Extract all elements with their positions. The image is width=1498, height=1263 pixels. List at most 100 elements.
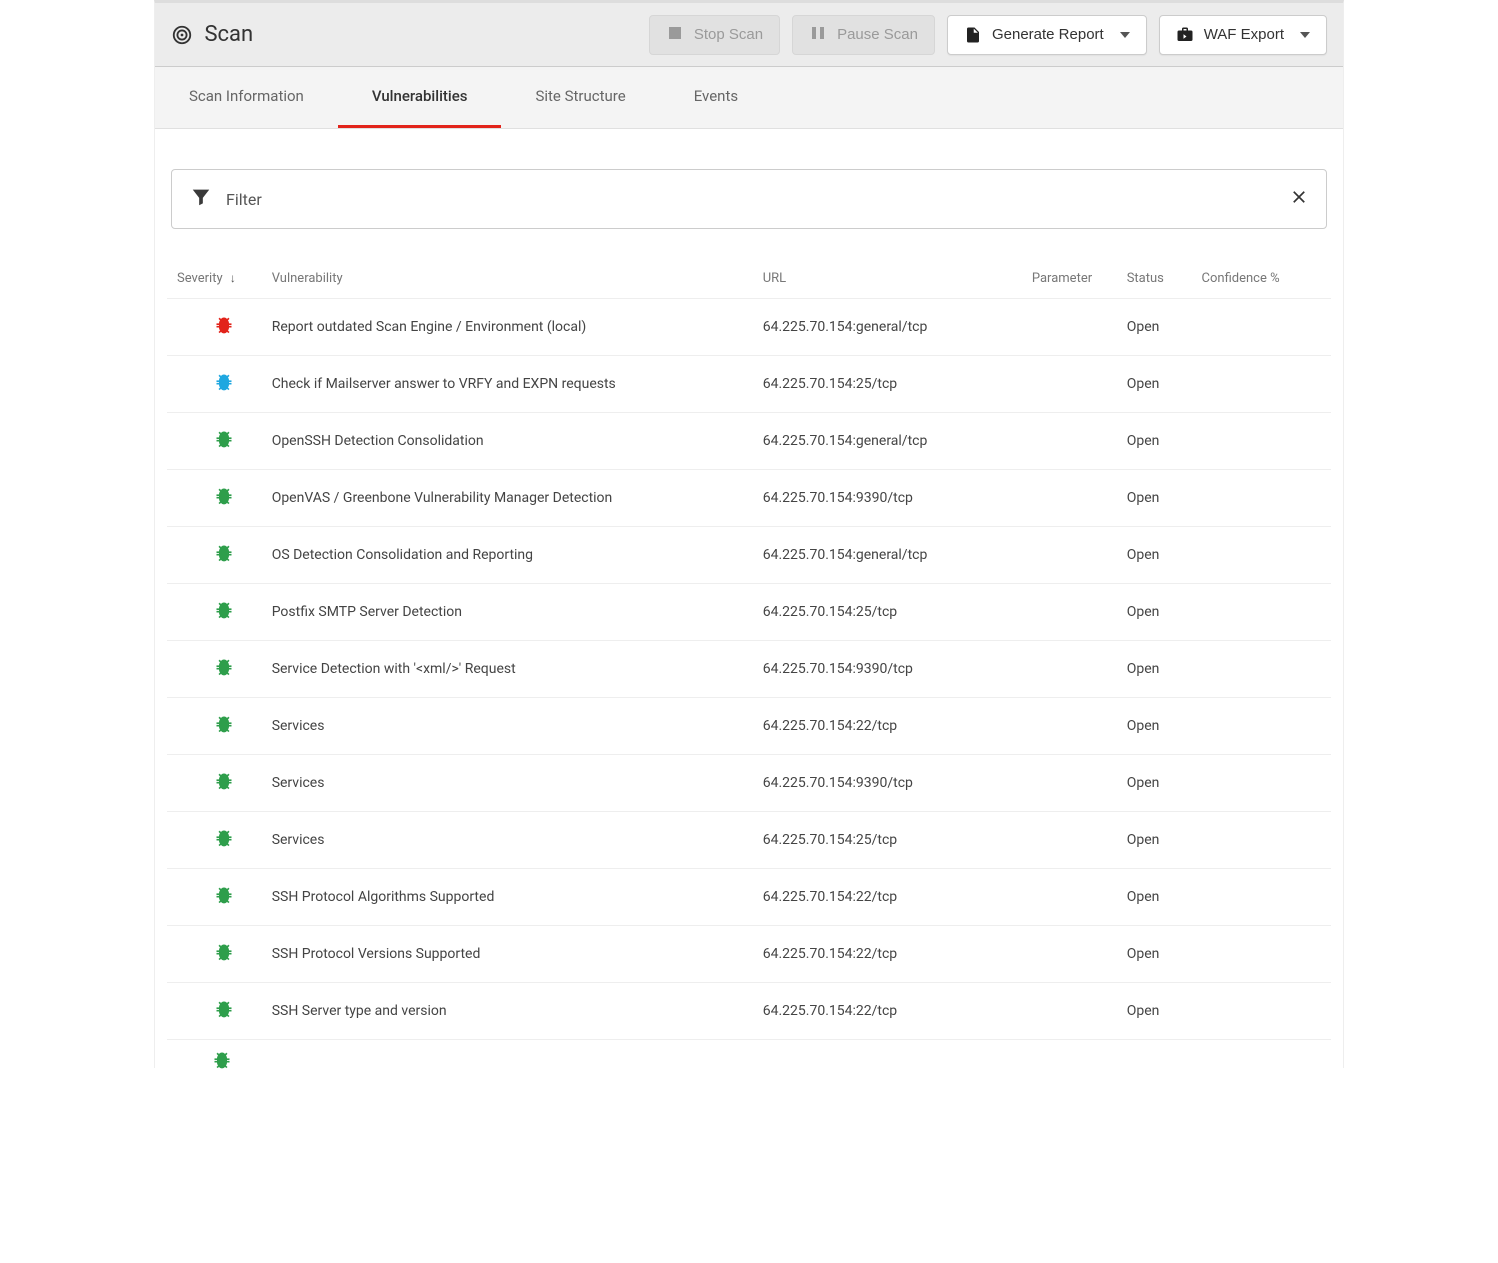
cell-confidence — [1192, 413, 1331, 470]
table-row[interactable]: Report outdated Scan Engine / Environmen… — [167, 299, 1331, 356]
cell-severity — [167, 299, 262, 356]
cell-parameter — [1022, 698, 1117, 755]
pause-icon — [809, 26, 827, 44]
waf-export-label: WAF Export — [1204, 26, 1284, 43]
cell-confidence — [1192, 584, 1331, 641]
cell-status: Open — [1117, 812, 1192, 869]
cell-severity — [167, 470, 262, 527]
table-row[interactable]: SSH Server type and version64.225.70.154… — [167, 983, 1331, 1040]
cell-parameter — [1022, 470, 1117, 527]
chevron-down-icon — [1300, 32, 1310, 38]
cell-status: Open — [1117, 470, 1192, 527]
filter-label: Filter — [226, 190, 262, 209]
cell-parameter — [1022, 926, 1117, 983]
col-vulnerability[interactable]: Vulnerability — [262, 259, 753, 299]
table-row[interactable]: Postfix SMTP Server Detection64.225.70.1… — [167, 584, 1331, 641]
table-row[interactable]: SSH Protocol Versions Supported64.225.70… — [167, 926, 1331, 983]
tab-events[interactable]: Events — [660, 67, 772, 128]
cell-severity — [167, 926, 262, 983]
pause-scan-button[interactable]: Pause Scan — [792, 15, 935, 55]
chevron-down-icon — [1120, 32, 1130, 38]
filter-clear-button[interactable] — [1290, 187, 1308, 211]
generate-report-label: Generate Report — [992, 26, 1104, 43]
col-severity[interactable]: Severity ↓ — [167, 259, 262, 299]
table-row[interactable]: Services64.225.70.154:22/tcpOpen — [167, 698, 1331, 755]
cell-url: 64.225.70.154:general/tcp — [753, 299, 1022, 356]
tab-vulnerabilities[interactable]: Vulnerabilities — [338, 67, 502, 128]
cell-severity — [167, 584, 262, 641]
cell-parameter — [1022, 812, 1117, 869]
header-actions: Stop Scan Pause Scan Generate Report — [649, 15, 1327, 55]
bug-icon — [214, 486, 234, 506]
cell-parameter — [1022, 641, 1117, 698]
table-row[interactable]: OS Detection Consolidation and Reporting… — [167, 527, 1331, 584]
stop-icon — [666, 26, 684, 44]
waf-export-button[interactable]: WAF Export — [1159, 15, 1327, 55]
pause-scan-label: Pause Scan — [837, 26, 918, 43]
cell-status: Open — [1117, 641, 1192, 698]
cell-parameter — [1022, 299, 1117, 356]
bug-icon — [214, 885, 234, 905]
cell-parameter — [1022, 413, 1117, 470]
cell-status: Open — [1117, 413, 1192, 470]
tab-scan-information[interactable]: Scan Information — [155, 67, 338, 128]
stop-scan-button[interactable]: Stop Scan — [649, 15, 780, 55]
vulnerabilities-table: Severity ↓ Vulnerability URL Parameter S… — [167, 259, 1331, 1040]
col-confidence[interactable]: Confidence % — [1192, 259, 1331, 299]
cell-vulnerability: SSH Server type and version — [262, 983, 753, 1040]
table-row[interactable]: Services64.225.70.154:25/tcp Open — [167, 812, 1331, 869]
table-row[interactable]: SSH Protocol Algorithms Supported64.225.… — [167, 869, 1331, 926]
col-url[interactable]: URL — [753, 259, 1022, 299]
cell-vulnerability: Services — [262, 698, 753, 755]
cell-status: Open — [1117, 755, 1192, 812]
bug-icon — [214, 828, 234, 848]
bug-icon — [214, 942, 234, 962]
table-row[interactable]: Service Detection with '<xml/>' Request6… — [167, 641, 1331, 698]
cell-vulnerability: Postfix SMTP Server Detection — [262, 584, 753, 641]
cell-parameter — [1022, 983, 1117, 1040]
cell-confidence — [1192, 869, 1331, 926]
table-row[interactable]: Check if Mailserver answer to VRFY and E… — [167, 356, 1331, 413]
cell-vulnerability: SSH Protocol Algorithms Supported — [262, 869, 753, 926]
cell-url: 64.225.70.154:22/tcp — [753, 698, 1022, 755]
cell-url: 64.225.70.154:25/tcp — [753, 812, 1022, 869]
bug-icon — [214, 600, 234, 620]
cell-status: Open — [1117, 299, 1192, 356]
page-chrome: Scan Stop Scan Pause Scan — [154, 0, 1344, 1068]
filter-bar[interactable]: Filter — [171, 169, 1327, 229]
cell-status: Open — [1117, 869, 1192, 926]
cell-url: 64.225.70.154:9390/tcp — [753, 470, 1022, 527]
cell-severity — [167, 755, 262, 812]
cell-url: 64.225.70.154:9390/tcp — [753, 641, 1022, 698]
cell-url: 64.225.70.154:general/tcp — [753, 413, 1022, 470]
table-row[interactable]: Services64.225.70.154:9390/tcpOpen — [167, 755, 1331, 812]
bug-icon — [214, 657, 234, 677]
cell-url: 64.225.70.154:22/tcp — [753, 983, 1022, 1040]
cell-severity — [167, 356, 262, 413]
cell-confidence — [1192, 470, 1331, 527]
table-row[interactable]: OpenSSH Detection Consolidation64.225.70… — [167, 413, 1331, 470]
col-parameter[interactable]: Parameter — [1022, 259, 1117, 299]
scan-target-icon — [171, 24, 193, 46]
cell-confidence — [1192, 926, 1331, 983]
sort-desc-icon: ↓ — [230, 271, 236, 285]
close-icon — [1290, 188, 1308, 206]
report-file-icon — [964, 26, 982, 44]
tab-site-structure[interactable]: Site Structure — [501, 67, 659, 128]
bug-icon — [214, 714, 234, 734]
funnel-icon — [190, 186, 212, 212]
cell-vulnerability: SSH Protocol Versions Supported — [262, 926, 753, 983]
cell-vulnerability: OpenVAS / Greenbone Vulnerability Manage… — [262, 470, 753, 527]
cell-confidence — [1192, 356, 1331, 413]
cell-severity — [167, 983, 262, 1040]
cell-vulnerability: Report outdated Scan Engine / Environmen… — [262, 299, 753, 356]
bug-icon — [214, 543, 234, 563]
cell-confidence — [1192, 641, 1331, 698]
cell-parameter — [1022, 755, 1117, 812]
cell-url: 64.225.70.154:22/tcp — [753, 869, 1022, 926]
cell-parameter — [1022, 527, 1117, 584]
col-status[interactable]: Status — [1117, 259, 1192, 299]
generate-report-button[interactable]: Generate Report — [947, 15, 1147, 55]
table-row[interactable]: OpenVAS / Greenbone Vulnerability Manage… — [167, 470, 1331, 527]
cell-vulnerability: Services — [262, 812, 753, 869]
